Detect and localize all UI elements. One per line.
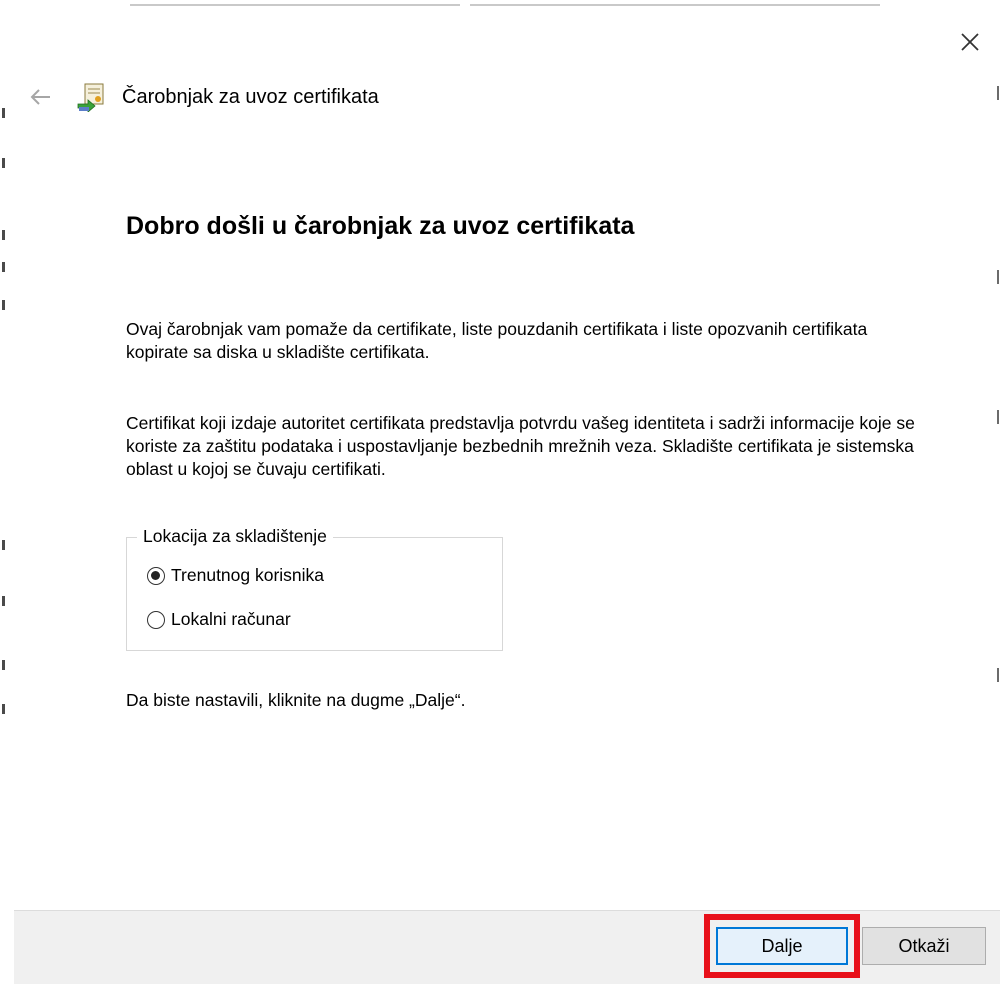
radio-local-machine[interactable]: Lokalni računar	[147, 609, 291, 630]
certificate-wizard-icon	[76, 80, 110, 113]
store-location-group: Lokacija za skladištenje Trenutnog koris…	[126, 526, 503, 651]
radio-selected-indicator[interactable]	[147, 566, 165, 585]
continue-instruction: Da biste nastavili, kliknite na dugme „D…	[126, 690, 466, 710]
cancel-button[interactable]: Otkaži	[862, 927, 986, 965]
back-arrow-icon	[30, 89, 50, 105]
close-button[interactable]	[952, 24, 988, 60]
radio-local-machine-label: Lokalni računar	[171, 609, 291, 629]
radio-unselected-indicator[interactable]	[147, 610, 165, 629]
store-location-legend: Lokacija za skladištenje	[137, 526, 333, 547]
window-title: Čarobnjak za uvoz certifikata	[122, 86, 379, 108]
page-heading: Dobro došli u čarobnjak za uvoz certifik…	[126, 212, 635, 240]
highlight-box	[704, 914, 860, 978]
background-window-edge-right	[992, 0, 1000, 983]
close-icon	[961, 33, 979, 51]
certificate-description-paragraph: Certifikat koji izdaje autoritet certifi…	[126, 413, 915, 479]
radio-current-user[interactable]: Trenutnog korisnika	[147, 565, 324, 586]
radio-current-user-label: Trenutnog korisnika	[171, 565, 325, 585]
intro-paragraph: Ovaj čarobnjak vam pomaže da certifikate…	[126, 319, 868, 362]
certificate-import-wizard-dialog	[14, 8, 992, 983]
back-button[interactable]	[28, 84, 54, 110]
background-window-edge	[0, 0, 14, 983]
